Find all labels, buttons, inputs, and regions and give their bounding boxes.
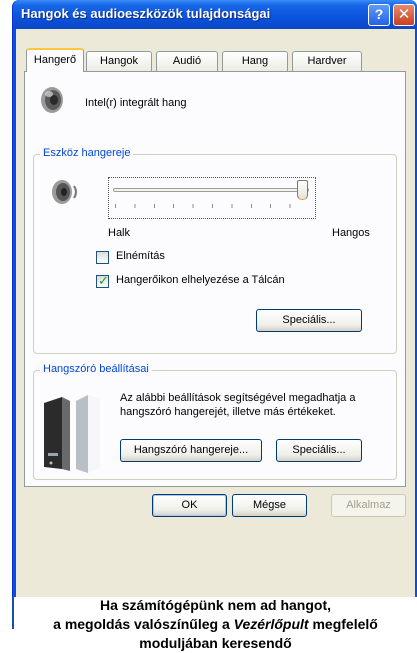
device-volume-group: Eszköz hangereje Halk Hangos Elnémítás ✓… xyxy=(33,147,397,354)
volume-slider-thumb[interactable] xyxy=(297,180,308,200)
caption-line-2: a megoldás valószínűleg a Vezérlőpult me… xyxy=(14,615,417,634)
tab-panel-hangero: Intel(r) integrált hang Eszköz hangereje xyxy=(24,71,406,487)
dialog-window: Hangok és audioeszközök tulajdonságai ? … xyxy=(12,0,417,597)
device-volume-group-title: Eszköz hangereje xyxy=(40,147,134,159)
speaker-advanced-button[interactable]: Speciális... xyxy=(276,439,362,462)
caption-line-3: moduljában keresendő xyxy=(139,635,292,651)
ok-button[interactable]: OK xyxy=(152,494,227,517)
tray-icon-checkbox[interactable]: ✓ xyxy=(96,273,109,288)
close-button[interactable]: ✕ xyxy=(393,4,415,26)
tab-hangok[interactable]: Hangok xyxy=(86,51,152,71)
mute-label[interactable]: Elnémítás xyxy=(116,250,165,262)
slider-min-label: Halk xyxy=(108,227,131,239)
mute-checkbox[interactable] xyxy=(96,251,109,264)
speaker-volume-button[interactable]: Hangszóró hangereje... xyxy=(120,439,262,462)
speaker-small-icon xyxy=(48,177,82,210)
volume-slider[interactable] xyxy=(108,177,316,219)
tab-hang[interactable]: Hang xyxy=(222,51,288,71)
speaker-settings-group-title: Hangszóró beállításai xyxy=(40,363,152,375)
tab-hardver[interactable]: Hardver xyxy=(292,51,362,71)
title-bar[interactable]: Hangok és audioeszközök tulajdonságai ? … xyxy=(13,0,417,29)
caption-text: Ha számítógépünk nem ad hangot, a megold… xyxy=(14,596,417,653)
speaker-settings-group: Hangszóró beállításai Az alábbi beállítá… xyxy=(33,363,397,480)
device-name: Intel(r) integrált hang xyxy=(85,97,187,109)
speakers-icon xyxy=(40,389,104,478)
caption-line-2-suffix: megfelelő xyxy=(308,616,378,632)
window-title: Hangok és audioeszközök tulajdonságai xyxy=(21,6,271,21)
volume-advanced-button[interactable]: Speciális... xyxy=(256,309,362,332)
caption-line-2-prefix: a megoldás valószínűleg a xyxy=(53,616,234,632)
caption-line-2-emphasis: Vezérlőpult xyxy=(233,616,309,632)
dialog-client-area: Hangerő Hangok Audió Hang Hardver Intel(… xyxy=(16,29,415,597)
help-button[interactable]: ? xyxy=(368,4,390,26)
volume-slider-ticks xyxy=(115,204,309,208)
tab-hangero[interactable]: Hangerő xyxy=(26,48,84,72)
checkmark-icon: ✓ xyxy=(98,273,109,288)
slider-max-label: Hangos xyxy=(332,227,370,239)
speaker-description: Az alábbi beállítások segítségével megad… xyxy=(120,392,356,418)
tab-audio[interactable]: Audió xyxy=(156,51,218,71)
volume-slider-track xyxy=(113,188,309,192)
speaker-icon xyxy=(37,84,67,119)
tray-icon-label[interactable]: Hangerőikon elhelyezése a Tálcán xyxy=(116,274,285,286)
caption-line-1: Ha számítógépünk nem ad hangot, xyxy=(99,597,332,613)
apply-button[interactable]: Alkalmaz xyxy=(331,494,406,517)
cancel-button[interactable]: Mégse xyxy=(232,494,307,517)
